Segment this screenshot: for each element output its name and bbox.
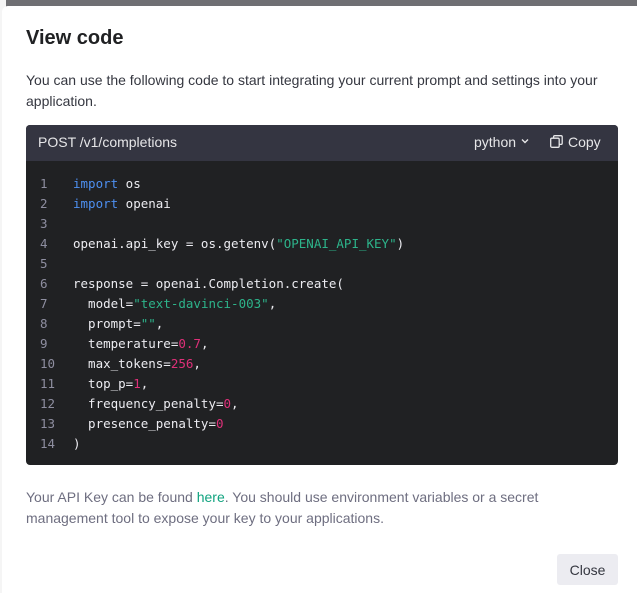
copy-icon xyxy=(550,135,563,148)
copy-label: Copy xyxy=(568,134,601,150)
code-token: "text-davinci-003" xyxy=(133,296,269,311)
code-line: 2 import openai xyxy=(26,194,618,214)
code-token: ) xyxy=(396,236,405,251)
modal-title: View code xyxy=(26,27,124,49)
code-text: response = openai.Completion.create( xyxy=(73,274,344,294)
line-number: 8 xyxy=(40,316,48,331)
line-number: 14 xyxy=(40,436,56,451)
language-select-value: python xyxy=(474,134,517,150)
code-token: ) xyxy=(73,436,81,451)
code-token: , xyxy=(140,376,149,391)
code-line: 9 temperature=0.7, xyxy=(26,334,618,354)
code-token: max_tokens= xyxy=(73,356,171,371)
line-number: 4 xyxy=(40,236,48,251)
code-line: 5 xyxy=(26,254,618,274)
code-token: presence_penalty= xyxy=(73,416,216,431)
code-panel-header: POST /v1/completions python Copy xyxy=(26,125,618,161)
code-text: import os xyxy=(73,174,141,194)
code-token: openai.api_key = os.getenv( xyxy=(73,236,277,251)
modal-intro-text: You can use the following code to start … xyxy=(26,72,598,109)
copy-button[interactable]: Copy xyxy=(550,134,601,150)
line-number: 1 xyxy=(40,176,48,191)
language-select[interactable]: python xyxy=(474,134,530,150)
api-key-hint: Your API Key can be found here. You shou… xyxy=(26,487,586,529)
code-editor[interactable]: 1 import os 2 import openai 3 4 openai.api_key… xyxy=(26,174,618,454)
code-token: 0 xyxy=(216,416,224,431)
code-token: 0.7 xyxy=(178,336,201,351)
api-key-link[interactable]: here xyxy=(197,489,225,505)
code-text: prompt="", xyxy=(73,314,163,334)
line-number: 2 xyxy=(40,196,48,211)
code-token: response = openai.Completion.create( xyxy=(73,276,344,291)
code-token: , xyxy=(200,336,209,351)
code-token: model= xyxy=(73,296,134,311)
code-token: "" xyxy=(140,316,156,331)
chevron-down-icon xyxy=(521,139,529,144)
code-token: 1 xyxy=(133,376,141,391)
code-token: frequency_penalty= xyxy=(73,396,224,411)
code-text: frequency_penalty=0, xyxy=(73,394,239,414)
code-token: import xyxy=(73,176,119,191)
code-line: 11 top_p=1, xyxy=(26,374,618,394)
code-text: presence_penalty=0 xyxy=(73,414,224,434)
code-token: , xyxy=(231,396,239,411)
line-number: 7 xyxy=(40,296,48,311)
line-number: 3 xyxy=(40,216,48,231)
line-number: 6 xyxy=(40,276,48,291)
code-line: 10 max_tokens=256, xyxy=(26,354,618,374)
line-number: 5 xyxy=(40,256,48,271)
code-line: 3 xyxy=(26,214,618,234)
code-text: openai.api_key = os.getenv("OPENAI_API_K… xyxy=(73,234,404,254)
code-text: top_p=1, xyxy=(73,374,148,394)
line-number: 11 xyxy=(40,376,56,391)
code-text: temperature=0.7, xyxy=(73,334,208,354)
code-token: "OPENAI_API_KEY" xyxy=(276,236,397,251)
code-token: , xyxy=(268,296,277,311)
code-token: prompt= xyxy=(73,316,141,331)
code-line: 14) xyxy=(26,434,618,454)
code-line: 13 presence_penalty=0 xyxy=(26,414,618,434)
code-token: , xyxy=(193,356,201,371)
code-line: 7 model="text-davinci-003", xyxy=(26,294,618,314)
code-token: import xyxy=(73,196,119,211)
code-line: 4 openai.api_key = os.getenv("OPENAI_API_… xyxy=(26,234,618,254)
code-panel: POST /v1/completions python Copy 1 import… xyxy=(26,125,618,465)
code-token: , xyxy=(155,316,164,331)
api-key-hint-start: Your API Key can be found xyxy=(26,489,197,505)
code-text: ) xyxy=(73,434,81,454)
line-number: 13 xyxy=(40,416,56,431)
code-text: max_tokens=256, xyxy=(73,354,201,374)
code-text: import openai xyxy=(73,194,171,214)
endpoint-label: POST /v1/completions xyxy=(38,134,178,150)
line-number: 9 xyxy=(40,336,48,351)
view-code-modal: View code You can use the following code… xyxy=(2,6,637,593)
code-token: openai xyxy=(118,196,171,211)
code-token: os xyxy=(118,176,141,191)
code-line: 6 response = openai.Completion.create( xyxy=(26,274,618,294)
line-number: 12 xyxy=(40,396,56,411)
code-line: 8 prompt="", xyxy=(26,314,618,334)
line-number: 10 xyxy=(40,356,56,371)
code-line: 1 import os xyxy=(26,174,618,194)
code-token: 0 xyxy=(223,396,232,411)
close-button[interactable]: Close xyxy=(557,554,618,585)
code-token: temperature= xyxy=(73,336,179,351)
code-token: top_p= xyxy=(73,376,134,391)
code-text: model="text-davinci-003", xyxy=(73,294,276,314)
code-token: 256 xyxy=(170,356,194,371)
code-line: 12 frequency_penalty=0, xyxy=(26,394,618,414)
